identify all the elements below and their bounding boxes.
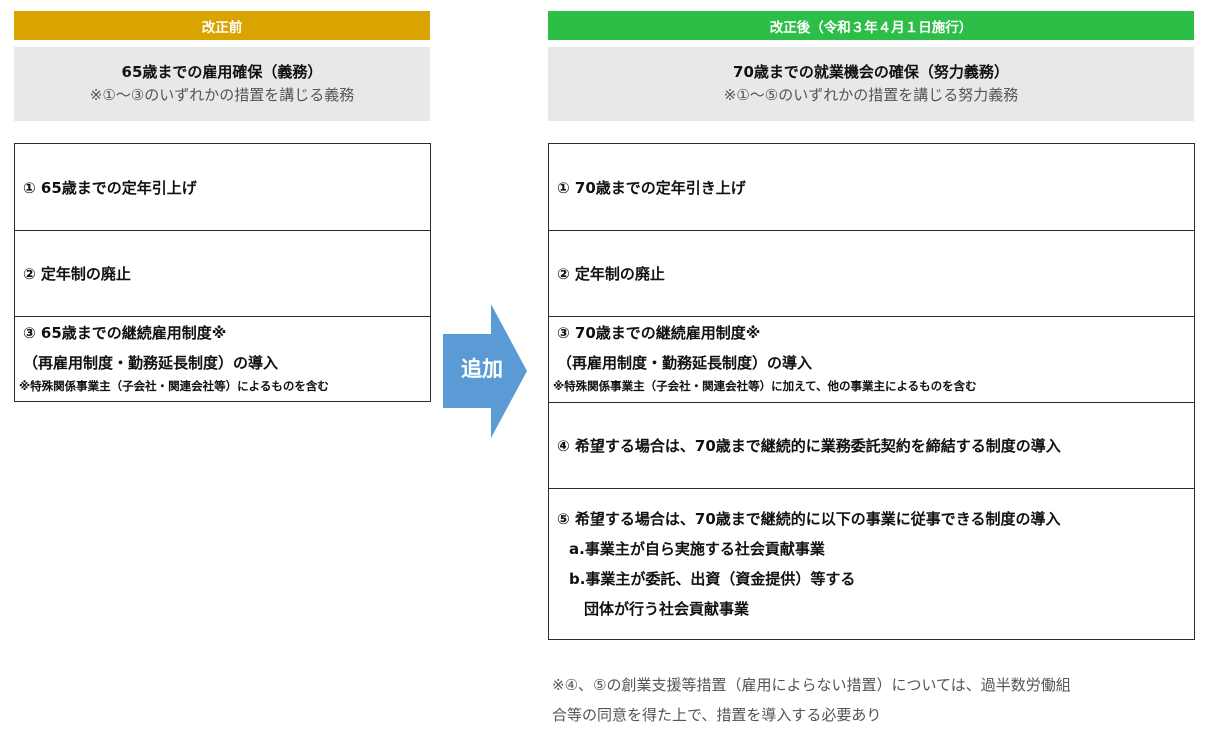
before-item-1-text: ① 65歳までの定年引上げ	[23, 178, 197, 197]
after-item-4: ④ 希望する場合は、70歳まで継続的に業務委託契約を締結する制度の導入	[549, 402, 1194, 488]
after-item-3-note: ※特殊関係事業主（子会社・関連会社等）に加えて、他の事業主によるものを含む	[553, 379, 977, 393]
before-item-3-note: ※特殊関係事業主（子会社・関連会社等）によるものを含む	[19, 379, 329, 393]
before-item-3: ③ 65歳までの継続雇用制度※ （再雇用制度・勤務延長制度）の導入 ※特殊関係事…	[15, 316, 430, 401]
footnote-line2: 合等の同意を得た上で、措置を導入する必要あり	[552, 706, 882, 724]
before-header: 改正前	[14, 11, 430, 40]
after-item-2-text: ② 定年制の廃止	[557, 265, 665, 283]
footnote-line1: ※④、⑤の創業支援等措置（雇用によらない措置）については、過半数労働組	[552, 676, 1071, 694]
before-summary-title: 65歳までの雇用確保（義務）	[121, 63, 323, 81]
before-item-1: ① 65歳までの定年引上げ	[15, 144, 430, 230]
after-item-3: ③ 70歳までの継続雇用制度※ （再雇用制度・勤務延長制度）の導入 ※特殊関係事…	[549, 316, 1194, 402]
before-item-2: ② 定年制の廃止	[15, 230, 430, 316]
before-item-3-line1: ③ 65歳までの継続雇用制度※	[23, 324, 227, 342]
after-item-5-line2: a.事業主が自ら実施する社会貢献事業	[569, 540, 825, 558]
before-item-2-text: ② 定年制の廃止	[23, 265, 131, 283]
before-summary-subtitle: ※①～③のいずれかの措置を講じる義務	[89, 86, 355, 104]
footnote: ※④、⑤の創業支援等措置（雇用によらない措置）については、過半数労働組 合等の同…	[552, 670, 1202, 730]
add-arrow-label: 追加	[461, 357, 503, 381]
after-summary-title: 70歳までの就業機会の確保（努力義務）	[733, 63, 1009, 81]
after-item-5: ⑤ 希望する場合は、70歳まで継続的に以下の事業に従事できる制度の導入 a.事業…	[549, 488, 1194, 639]
after-measures-box: ① 70歳までの定年引き上げ ② 定年制の廃止 ③ 70歳までの継続雇用制度※ …	[548, 143, 1195, 640]
before-item-3-line2: （再雇用制度・勤務延長制度）の導入	[23, 354, 279, 372]
before-summary: 65歳までの雇用確保（義務） ※①～③のいずれかの措置を講じる義務	[14, 47, 430, 121]
after-item-3-line1: ③ 70歳までの継続雇用制度※	[557, 324, 761, 342]
after-header: 改正後（令和３年４月１日施行）	[548, 11, 1194, 40]
after-header-label: 改正後（令和３年４月１日施行）	[769, 19, 973, 36]
after-summary-subtitle: ※①～⑤のいずれかの措置を講じる努力義務	[723, 86, 1019, 104]
after-item-5-line3: b.事業主が委託、出資（資金提供）等する	[569, 570, 856, 588]
after-summary: 70歳までの就業機会の確保（努力義務） ※①～⑤のいずれかの措置を講じる努力義務	[548, 47, 1194, 121]
add-arrow: 追加	[443, 304, 527, 438]
after-item-5-line4: 団体が行う社会貢献事業	[584, 600, 750, 618]
after-item-4-text: ④ 希望する場合は、70歳まで継続的に業務委託契約を締結する制度の導入	[557, 437, 1061, 455]
before-header-label: 改正前	[201, 19, 243, 36]
after-item-1: ① 70歳までの定年引き上げ	[549, 144, 1194, 230]
after-item-2: ② 定年制の廃止	[549, 230, 1194, 316]
after-item-3-line2: （再雇用制度・勤務延長制度）の導入	[557, 354, 813, 372]
before-measures-box: ① 65歳までの定年引上げ ② 定年制の廃止 ③ 65歳までの継続雇用制度※ （…	[14, 143, 431, 402]
after-item-5-line1: ⑤ 希望する場合は、70歳まで継続的に以下の事業に従事できる制度の導入	[557, 510, 1061, 528]
after-item-1-text: ① 70歳までの定年引き上げ	[557, 178, 746, 197]
